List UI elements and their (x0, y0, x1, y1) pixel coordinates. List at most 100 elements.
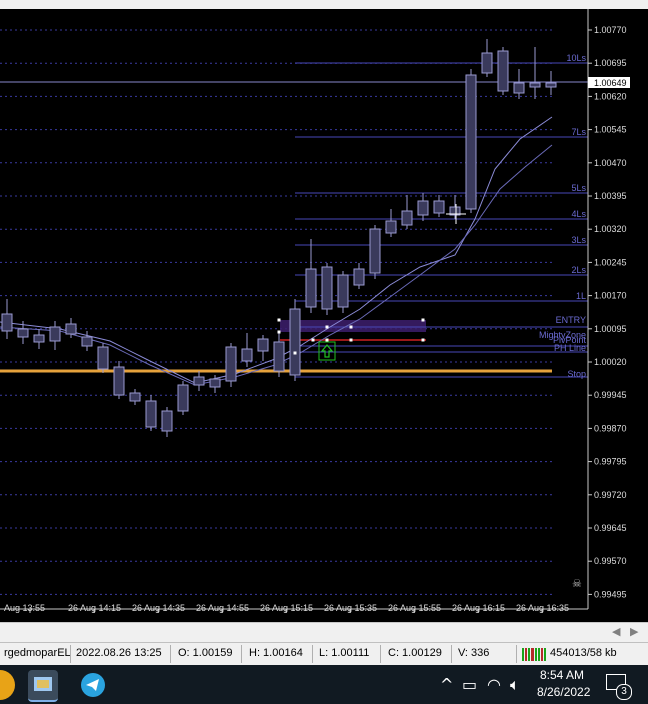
candle-body (321, 266, 333, 310)
price-label: 0.99570 (594, 556, 627, 566)
candle-body (177, 384, 189, 412)
level-label: 1L (576, 291, 586, 301)
marker-dot (325, 325, 329, 329)
candle-body (305, 268, 317, 308)
level-label: 5Ls (571, 183, 586, 193)
price-label: 0.99495 (594, 589, 627, 599)
price-label: 1.00245 (594, 257, 627, 267)
price-label: 1.00770 (594, 25, 627, 35)
price-label: 1.00095 (594, 324, 627, 334)
candle-body (545, 82, 557, 88)
candle-body (513, 82, 525, 94)
candle-body (65, 323, 77, 335)
status-separator (451, 645, 452, 663)
battery-icon[interactable]: ▭ (462, 675, 477, 694)
candle-body (81, 336, 93, 347)
candle-body (481, 52, 493, 74)
level-label: 10Ls (566, 53, 586, 63)
start-partial-icon[interactable] (0, 670, 15, 700)
status-separator (312, 645, 313, 663)
status-high: H: 1.00164 (249, 647, 303, 659)
candle-body (241, 348, 253, 362)
status-separator (70, 645, 71, 663)
chart-background (0, 9, 648, 622)
time-label: 26 Aug 15:55 (388, 603, 441, 613)
status-separator (241, 645, 242, 663)
candle-body (417, 200, 429, 216)
scroll-left-icon[interactable]: ◀ (612, 625, 620, 638)
wifi-icon[interactable]: ◠ (487, 675, 501, 694)
status-datetime: 2022.08.26 13:25 (76, 647, 162, 659)
level-label: 2Ls (571, 265, 586, 275)
status-low: L: 1.00111 (319, 647, 370, 659)
clock-time[interactable]: 8:54 AM (540, 668, 584, 682)
candle-body (257, 338, 269, 352)
candle-body (529, 82, 541, 88)
marker-dot (277, 318, 281, 322)
level-label: PH Line (554, 343, 586, 353)
notification-count: 3 (616, 684, 632, 700)
app-icon[interactable] (28, 670, 58, 702)
candle-body (49, 326, 61, 342)
price-label: 0.99945 (594, 390, 627, 400)
clock-date[interactable]: 8/26/2022 (537, 685, 590, 699)
status-volume: V: 336 (458, 647, 490, 659)
candle-body (33, 334, 45, 343)
candle-body (353, 268, 365, 286)
candle-body (401, 210, 413, 226)
price-label: 1.00620 (594, 91, 627, 101)
price-label: 0.99870 (594, 423, 627, 433)
candle-body (97, 346, 109, 370)
candle-body (161, 410, 173, 432)
status-separator (380, 645, 381, 663)
candle-body (465, 74, 477, 210)
connection-bars-icon (522, 648, 546, 661)
time-label: 26 Aug 16:35 (516, 603, 569, 613)
status-traffic: 454013/58 kb (550, 647, 617, 659)
volume-icon[interactable]: 🔈︎ (510, 675, 520, 695)
price-label: 0.99795 (594, 457, 627, 467)
time-label: 26 Aug 14:55 (196, 603, 249, 613)
scroll-right-icon[interactable]: ▶ (630, 625, 638, 638)
marker-dot (325, 338, 329, 342)
marker-dot (293, 351, 297, 355)
status-symbol: rgedmoparEL (4, 647, 71, 659)
price-label: 1.00020 (594, 357, 627, 367)
candle-body (17, 328, 29, 338)
chevron-up-icon[interactable]: ^ (440, 675, 453, 694)
price-label: 1.00320 (594, 224, 627, 234)
marker-dot (421, 338, 425, 342)
candle-body (337, 274, 349, 308)
status-bar: rgedmoparEL 2022.08.26 13:25 O: 1.00159 … (0, 642, 648, 666)
price-chart[interactable]: 10Ls7Ls5Ls4Ls3Ls2Ls1LENTRYMightyZonePivP… (0, 9, 648, 622)
candle-body (209, 378, 221, 388)
price-label: 1.00170 (594, 291, 627, 301)
status-separator (516, 645, 517, 663)
candle-body (1, 313, 13, 332)
price-label: 1.00545 (594, 125, 627, 135)
candle-body (225, 346, 237, 382)
marker-dot (311, 338, 315, 342)
time-label: 26 Aug 14:35 (132, 603, 185, 613)
candle-body (193, 376, 205, 386)
marker-dot (277, 330, 281, 334)
level-label: ENTRY (556, 315, 586, 325)
time-axis: Aug 13:55 26 Aug 14:15 26 Aug 14:35 26 Aug … (4, 603, 569, 613)
level-label: 3Ls (571, 235, 586, 245)
level-label: 7Ls (571, 127, 586, 137)
candle-body (289, 308, 301, 376)
time-label: 26 Aug 15:15 (260, 603, 313, 613)
price-label: 0.99645 (594, 523, 627, 533)
telegram-icon[interactable] (78, 670, 108, 700)
time-label: 26 Aug 16:15 (452, 603, 505, 613)
candle-body (113, 366, 125, 396)
marker-dot (421, 318, 425, 322)
chart-scroll-row: ◀ ▶ (0, 622, 648, 643)
time-label: 26 Aug 15:35 (324, 603, 377, 613)
candle-body (129, 392, 141, 402)
candle-body (369, 228, 381, 274)
level-label: Stop (567, 369, 586, 379)
taskbar: ^ ▭ ◠ 🔈︎ 8:54 AM 8/26/2022 3 (0, 665, 648, 704)
current-price-label: 1.00649 (594, 78, 627, 88)
candle-body (273, 341, 285, 372)
